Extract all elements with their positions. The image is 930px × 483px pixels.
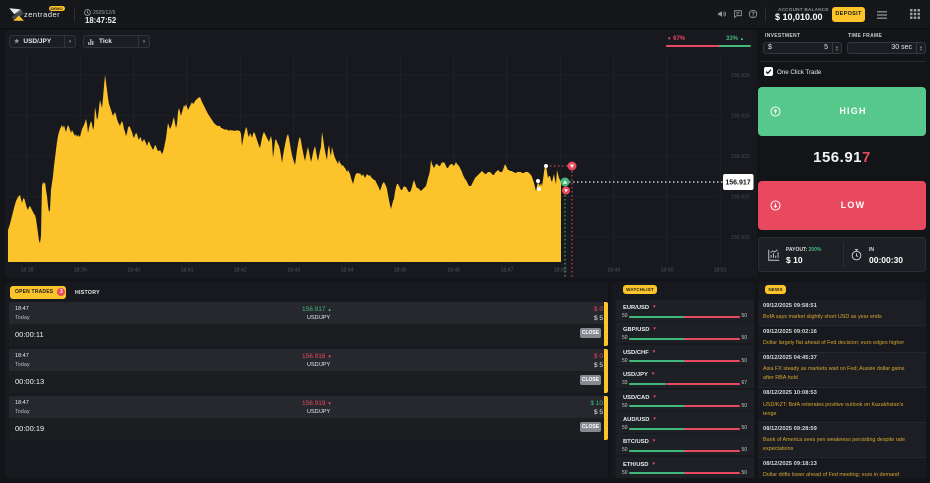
svg-text:156.915: 156.915 bbox=[731, 195, 750, 201]
svg-text:156.930: 156.930 bbox=[731, 73, 750, 79]
svg-text:18:41: 18:41 bbox=[181, 268, 194, 274]
svg-text:18:40: 18:40 bbox=[127, 268, 140, 274]
svg-text:18:39: 18:39 bbox=[74, 268, 87, 274]
svg-text:18:43: 18:43 bbox=[287, 268, 300, 274]
svg-text:156.917: 156.917 bbox=[725, 180, 750, 187]
svg-text:18:49: 18:49 bbox=[607, 268, 620, 274]
svg-text:18:42: 18:42 bbox=[234, 268, 247, 274]
svg-text:156.925: 156.925 bbox=[731, 114, 750, 120]
svg-text:156.920: 156.920 bbox=[731, 154, 750, 160]
svg-text:18:46: 18:46 bbox=[447, 268, 460, 274]
svg-text:18:47: 18:47 bbox=[501, 268, 514, 274]
svg-text:18:51: 18:51 bbox=[714, 268, 727, 274]
svg-text:18:38: 18:38 bbox=[21, 268, 34, 274]
svg-text:18:44: 18:44 bbox=[341, 268, 354, 274]
svg-text:18:45: 18:45 bbox=[394, 268, 407, 274]
svg-text:156.910: 156.910 bbox=[731, 235, 750, 241]
svg-text:18:50: 18:50 bbox=[661, 268, 674, 274]
